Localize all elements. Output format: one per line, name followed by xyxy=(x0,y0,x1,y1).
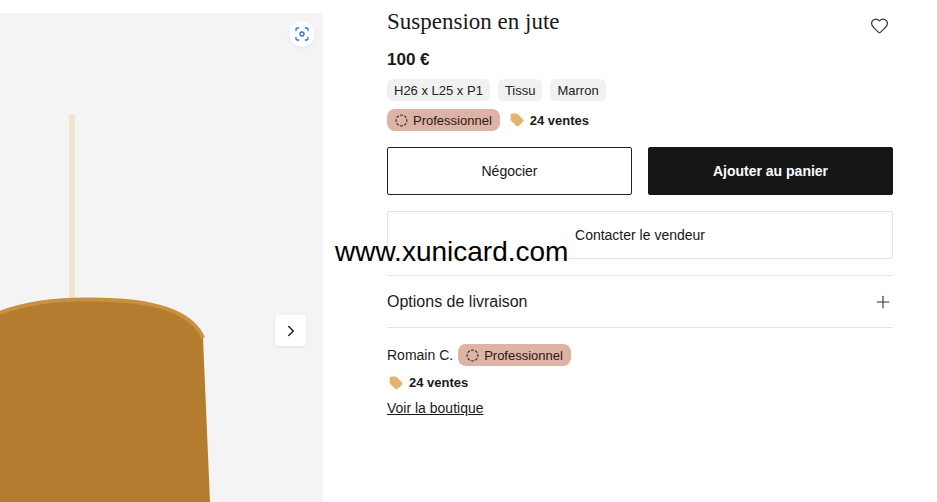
product-page: Suspension en jute 100 € H26 x L25 x P1 Tis… xyxy=(0,0,937,502)
seller-sales: 24 ventes xyxy=(389,375,468,390)
sales-count: 24 ventes xyxy=(510,113,589,128)
title-row: Suspension en jute xyxy=(387,9,893,35)
tag-icon xyxy=(510,113,524,127)
chevron-right-icon xyxy=(282,322,300,340)
product-gallery xyxy=(0,13,323,502)
delivery-options[interactable]: Options de livraison xyxy=(387,275,893,328)
plus-icon xyxy=(873,292,893,312)
badge-row: Professionnel 24 ventes xyxy=(387,109,893,131)
favorite-button[interactable] xyxy=(870,16,889,35)
attribute-chip: Tissu xyxy=(498,79,543,101)
zoom-button[interactable] xyxy=(289,21,315,47)
seller-name: Romain C. xyxy=(387,347,453,363)
professional-badge: Professionnel xyxy=(387,109,500,131)
next-image-button[interactable] xyxy=(275,315,306,346)
delivery-label: Options de livraison xyxy=(387,293,528,311)
badge-icon xyxy=(395,114,408,127)
add-to-cart-button[interactable]: Ajouter au panier xyxy=(648,147,893,195)
product-photo xyxy=(0,13,323,502)
badge-icon xyxy=(466,349,479,362)
heart-icon xyxy=(870,16,889,35)
watermark: www.xunicard.com xyxy=(335,236,568,268)
negotiate-button[interactable]: Négocier xyxy=(387,147,632,195)
action-row: Négocier Ajouter au panier xyxy=(387,147,893,195)
seller-row: Romain C. Professionnel xyxy=(387,344,893,366)
attribute-row: H26 x L25 x P1 Tissu Marron xyxy=(387,79,893,101)
seller-sales-row: 24 ventes xyxy=(387,375,893,390)
attribute-chip: Marron xyxy=(550,79,605,101)
attribute-chip: H26 x L25 x P1 xyxy=(387,79,490,101)
shop-link[interactable]: Voir la boutique xyxy=(387,400,484,416)
seller-badge: Professionnel xyxy=(458,344,571,366)
product-price: 100 € xyxy=(387,50,893,70)
tag-icon xyxy=(389,376,403,390)
product-title: Suspension en jute xyxy=(387,9,560,35)
scan-icon xyxy=(294,26,310,42)
product-details: Suspension en jute 100 € H26 x L25 x P1 Tis… xyxy=(387,0,893,416)
